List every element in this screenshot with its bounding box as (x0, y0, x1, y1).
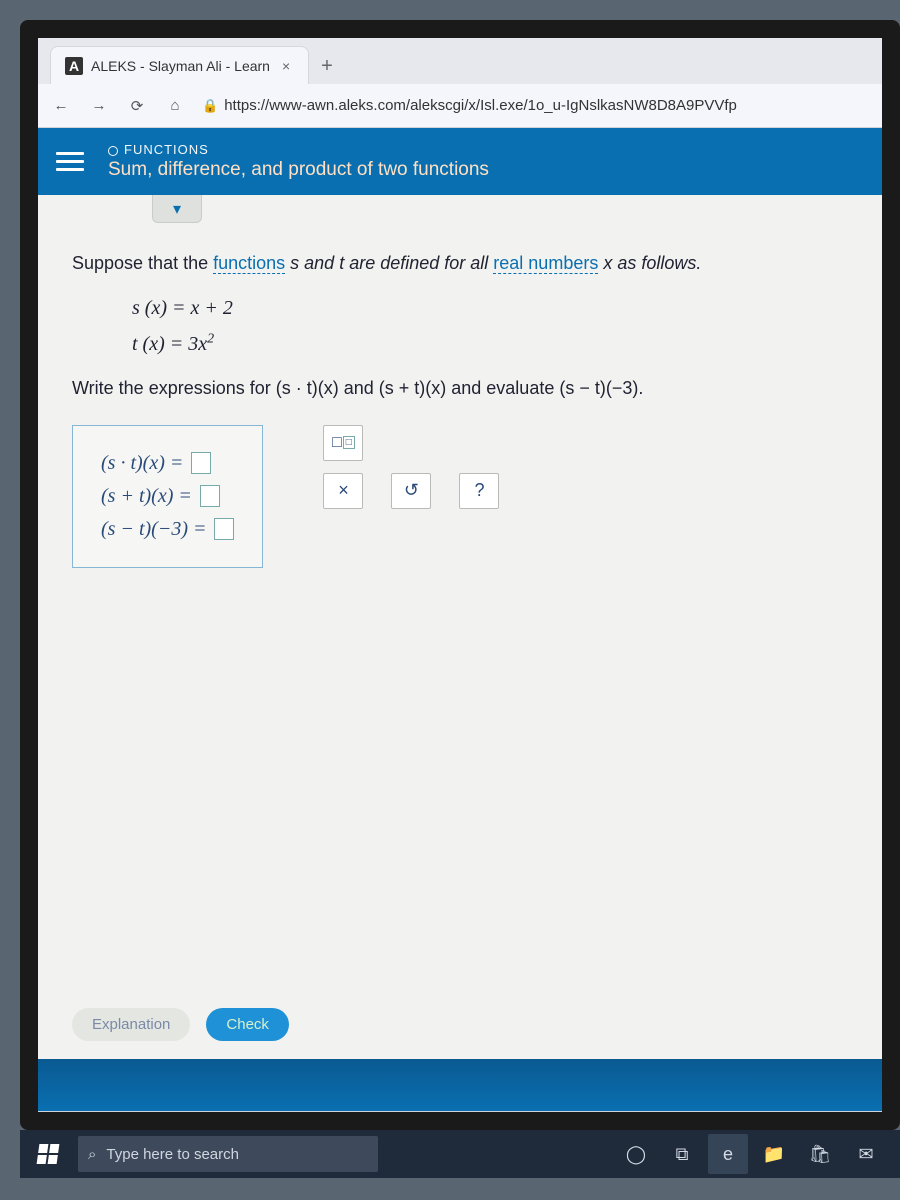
new-tab-button[interactable]: + (309, 49, 345, 84)
browser-window: A ALEKS - Slayman Ali - Learn × + ← → ⟳ … (20, 20, 900, 1130)
taskbar-icons: ◯ ⧉ e 📁 🛍 ✉ (616, 1134, 894, 1174)
link-functions[interactable]: functions (213, 253, 285, 274)
answer-line-1: (s · t)(x) = (101, 452, 234, 475)
back-icon[interactable]: ← (50, 97, 72, 114)
tab-bar: A ALEKS - Slayman Ali - Learn × + (38, 38, 882, 84)
answer-line-2: (s + t)(x) = (101, 485, 234, 508)
function-definitions: s (x) = x + 2 t (x) = 3x2 (132, 292, 848, 360)
answer-input-3[interactable] (214, 518, 234, 540)
check-button[interactable]: Check (206, 1008, 289, 1041)
url-field[interactable]: 🔒 https://www-awn.aleks.com/alekscgi/x/I… (202, 97, 870, 114)
search-icon: ⌕ (88, 1146, 96, 1163)
tab-favicon: A (65, 57, 83, 75)
text: x as follows. (598, 253, 701, 273)
exponent-tool[interactable]: □□ (323, 425, 363, 461)
answer-label: (s · t)(x) = (101, 452, 183, 475)
clear-tool[interactable]: × (323, 473, 363, 509)
problem-statement: Suppose that the functions s and t are d… (72, 249, 848, 403)
math-toolbox: □□ × ↺ ? (323, 425, 499, 509)
tab-title: ALEKS - Slayman Ali - Learn (91, 58, 270, 74)
help-tool[interactable]: ? (459, 473, 499, 509)
prompt-text: Write the expressions for (s · t)(x) and… (72, 374, 848, 403)
edge-icon[interactable]: e (708, 1134, 748, 1174)
topic-title: Sum, difference, and product of two func… (108, 159, 489, 181)
lock-icon: 🔒 (202, 98, 218, 114)
task-view-icon[interactable]: ⧉ (662, 1134, 702, 1174)
answer-input-2[interactable] (200, 485, 220, 507)
breadcrumb: FUNCTIONS (108, 142, 489, 157)
answer-box: (s · t)(x) = (s + t)(x) = (s − t)(−3) = (72, 425, 263, 568)
refresh-icon[interactable]: ⟳ (126, 97, 148, 115)
aleks-progress-strip (38, 1059, 882, 1111)
problem-area: ▾ Suppose that the functions s and t are… (38, 195, 882, 1059)
browser-tab-active[interactable]: A ALEKS - Slayman Ali - Learn × (50, 46, 309, 84)
expand-toggle[interactable]: ▾ (152, 195, 202, 223)
address-bar: ← → ⟳ ⌂ 🔒 https://www-awn.aleks.com/alek… (38, 84, 882, 128)
answer-input-1[interactable] (191, 452, 211, 474)
search-placeholder: Type here to search (106, 1146, 239, 1163)
taskbar-search[interactable]: ⌕ Type here to search (78, 1136, 378, 1172)
windows-taskbar: ⌕ Type here to search ◯ ⧉ e 📁 🛍 ✉ (20, 1130, 900, 1178)
answer-row: (s · t)(x) = (s + t)(x) = (s − t)(−3) = … (72, 425, 848, 568)
reset-tool[interactable]: ↺ (391, 473, 431, 509)
def-t: t (x) = 3x2 (132, 328, 848, 360)
store-icon[interactable]: 🛍 (800, 1134, 840, 1174)
close-tab-icon[interactable]: × (278, 58, 294, 74)
link-real-numbers[interactable]: real numbers (493, 253, 598, 274)
explorer-icon[interactable]: 📁 (754, 1134, 794, 1174)
def-s: s (x) = x + 2 (132, 292, 848, 324)
answer-label: (s − t)(−3) = (101, 518, 206, 541)
text: Suppose that the (72, 253, 213, 273)
menu-icon[interactable] (56, 147, 84, 176)
answer-line-3: (s − t)(−3) = (101, 518, 234, 541)
forward-icon[interactable]: → (88, 97, 110, 114)
explanation-button[interactable]: Explanation (72, 1008, 190, 1041)
url-text: https://www-awn.aleks.com/alekscgi/x/Isl… (224, 97, 737, 114)
windows-logo-icon (37, 1144, 60, 1164)
cortana-icon[interactable]: ◯ (616, 1134, 656, 1174)
action-buttons: Explanation Check (72, 1008, 289, 1041)
home-icon[interactable]: ⌂ (164, 97, 186, 114)
text: s and t are defined for all (285, 253, 493, 273)
header-text: FUNCTIONS Sum, difference, and product o… (108, 142, 489, 181)
aleks-header: FUNCTIONS Sum, difference, and product o… (38, 128, 882, 195)
answer-label: (s + t)(x) = (101, 485, 192, 508)
mail-icon[interactable]: ✉ (846, 1134, 886, 1174)
start-button[interactable] (26, 1134, 70, 1174)
